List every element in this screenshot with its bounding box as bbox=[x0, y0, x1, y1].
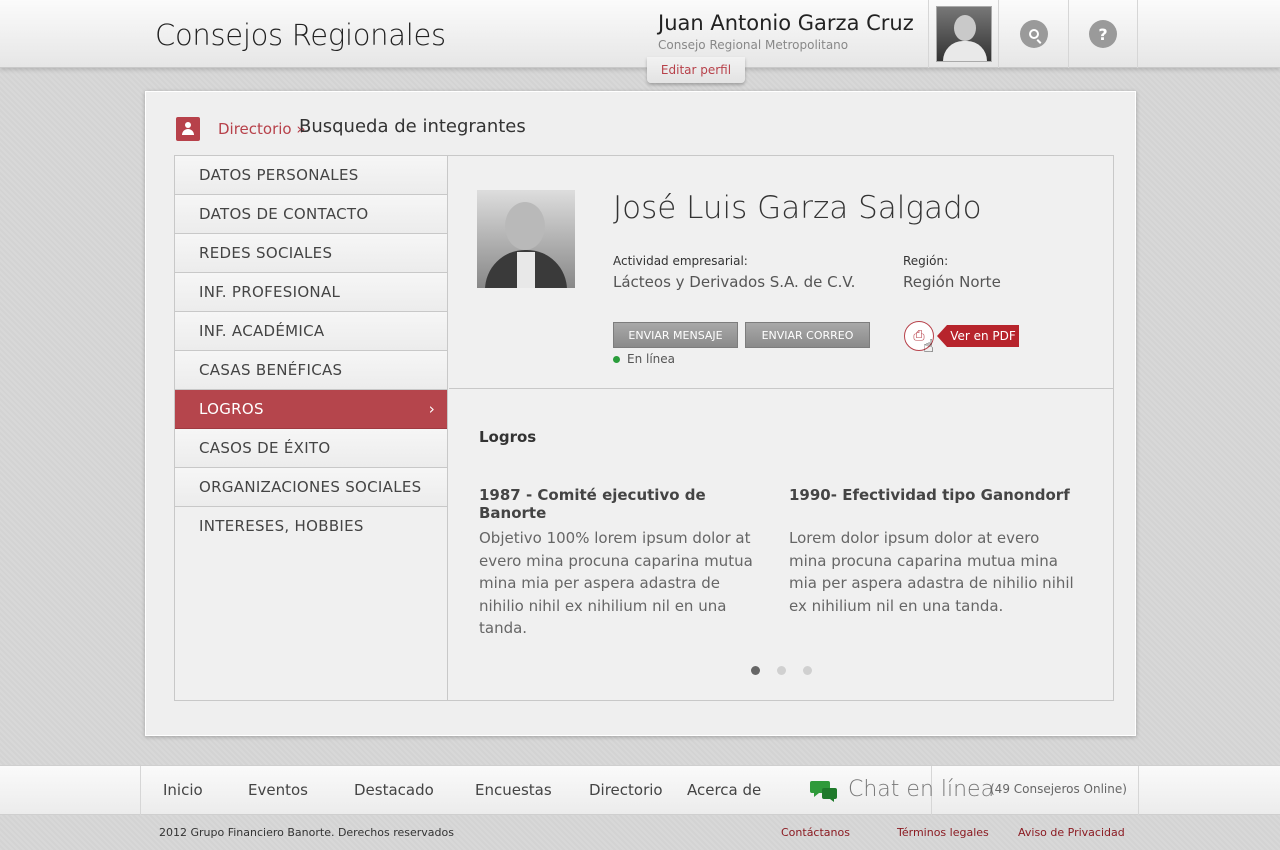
online-status-dot bbox=[613, 356, 620, 363]
menu-item-casas-beneficas[interactable]: CASAS BENÉFICAS bbox=[175, 351, 447, 390]
footer-nav-encuestas[interactable]: Encuestas bbox=[475, 781, 552, 799]
achievement-body: Objetivo 100% lorem ipsum dolor at evero… bbox=[479, 529, 753, 637]
menu-item-datos-personales[interactable]: DATOS PERSONALES bbox=[175, 156, 447, 195]
avatar[interactable] bbox=[935, 6, 992, 62]
user-name: Juan Antonio Garza Cruz bbox=[658, 11, 914, 35]
search-button[interactable] bbox=[998, 0, 1068, 68]
view-pdf-button[interactable]: Ver en PDF bbox=[937, 325, 1019, 347]
main-panel: Directorio » Busqueda de integrantes DAT… bbox=[145, 91, 1136, 736]
footer-nav-directorio[interactable]: Directorio bbox=[589, 781, 663, 799]
breadcrumb-link-directorio[interactable]: Directorio bbox=[218, 120, 292, 138]
chevron-right-icon: › bbox=[428, 400, 435, 418]
contacts-book-icon bbox=[176, 117, 200, 141]
search-icon bbox=[1019, 20, 1048, 48]
online-status-text: En línea bbox=[627, 352, 676, 366]
person-name: José Luis Garza Salgado bbox=[613, 190, 982, 226]
menu-item-inf-profesional[interactable]: INF. PROFESIONAL bbox=[175, 273, 447, 312]
help-button[interactable]: ? bbox=[1068, 0, 1138, 68]
achievements-section: Logros 1987 - Comité ejecutivo de Banort… bbox=[449, 390, 1113, 700]
edit-profile-link[interactable]: Editar perfil bbox=[647, 57, 745, 83]
top-header: Consejos Regionales Juan Antonio Garza C… bbox=[0, 0, 1280, 68]
activity-value: Lácteos y Derivados S.A. de C.V. bbox=[613, 273, 856, 291]
region-value: Región Norte bbox=[903, 273, 1001, 291]
profile-area: José Luis Garza Salgado Actividad empres… bbox=[449, 156, 1113, 389]
menu-item-logros[interactable]: LOGROS › bbox=[175, 390, 447, 429]
footer-nav-destacado[interactable]: Destacado bbox=[354, 781, 434, 799]
carousel-dot-2[interactable] bbox=[777, 666, 786, 675]
footer-nav-inicio[interactable]: Inicio bbox=[163, 781, 203, 799]
user-council: Consejo Regional Metropolitano bbox=[658, 38, 849, 52]
user-avatar-cell[interactable] bbox=[928, 0, 998, 68]
help-icon: ? bbox=[1089, 20, 1117, 48]
side-menu: DATOS PERSONALES DATOS DE CONTACTO REDES… bbox=[175, 156, 448, 700]
achievement-heading: 1990- Efectividad tipo Ganondorf bbox=[789, 486, 1070, 504]
menu-item-intereses-hobbies[interactable]: INTERESES, HOBBIES bbox=[175, 507, 447, 546]
menu-item-casos-exito[interactable]: CASOS DE ÉXITO bbox=[175, 429, 447, 468]
menu-item-label: LOGROS bbox=[199, 400, 264, 418]
footer-nav-eventos[interactable]: Eventos bbox=[248, 781, 308, 799]
carousel-dot-3[interactable] bbox=[803, 666, 812, 675]
achievement-body: Lorem dolor ipsum dolor at evero mina pr… bbox=[789, 529, 1074, 615]
page-title: Busqueda de integrantes bbox=[299, 116, 526, 137]
menu-item-redes-sociales[interactable]: REDES SOCIALES bbox=[175, 234, 447, 273]
chat-online-label[interactable]: Chat en línea bbox=[848, 777, 994, 802]
menu-item-datos-contacto[interactable]: DATOS DE CONTACTO bbox=[175, 195, 447, 234]
send-email-button[interactable]: ENVIAR CORREO bbox=[745, 322, 870, 348]
content-box: DATOS PERSONALES DATOS DE CONTACTO REDES… bbox=[174, 155, 1114, 701]
menu-item-organizaciones-sociales[interactable]: ORGANIZACIONES SOCIALES bbox=[175, 468, 447, 507]
footer-link-aviso-privacidad[interactable]: Aviso de Privacidad bbox=[1018, 826, 1125, 839]
footer-nav-acerca-de[interactable]: Acerca de bbox=[687, 781, 761, 799]
footer-link-terminos-legales[interactable]: Términos legales bbox=[897, 826, 989, 839]
chat-bubbles-icon[interactable] bbox=[810, 779, 838, 803]
achievements-title: Logros bbox=[479, 428, 537, 446]
send-message-button[interactable]: ENVIAR MENSAJE bbox=[613, 322, 738, 348]
achievement-heading: 1987 - Comité ejecutivo de Banorte bbox=[479, 486, 706, 522]
app-title[interactable]: Consejos Regionales bbox=[155, 18, 446, 52]
online-count: (49 Consejeros Online) bbox=[990, 782, 1127, 796]
footer-link-contactanos[interactable]: Contáctanos bbox=[781, 826, 850, 839]
profile-photo bbox=[477, 190, 575, 288]
copyright: 2012 Grupo Financiero Banorte. Derechos … bbox=[159, 826, 454, 839]
activity-label: Actividad empresarial: bbox=[613, 254, 748, 268]
region-label: Región: bbox=[903, 254, 949, 268]
breadcrumb: Directorio » bbox=[218, 120, 306, 138]
menu-item-inf-academica[interactable]: INF. ACADÉMICA bbox=[175, 312, 447, 351]
carousel-dot-1[interactable] bbox=[751, 666, 760, 675]
hand-cursor-icon: ☝ bbox=[923, 336, 934, 357]
